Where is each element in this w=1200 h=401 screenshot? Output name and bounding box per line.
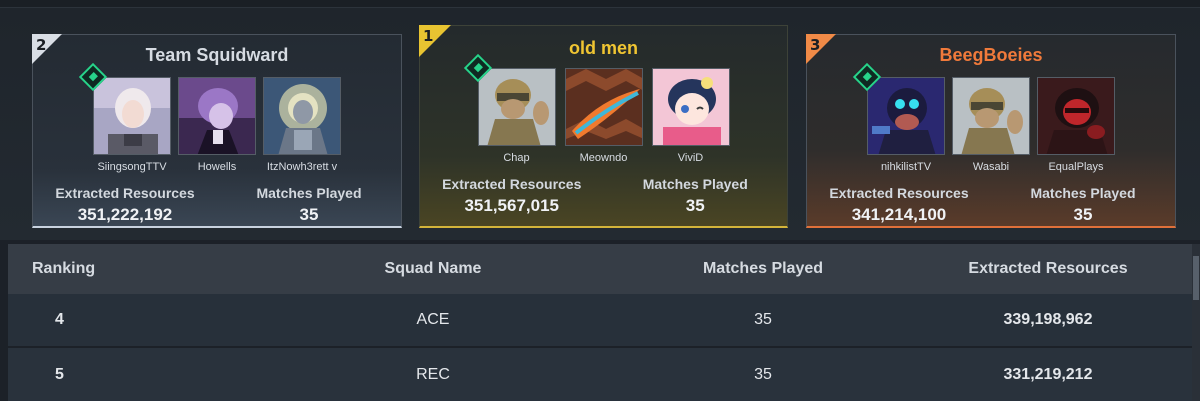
header-matches-played[interactable]: Matches Played bbox=[618, 260, 908, 278]
member[interactable]: Howells bbox=[178, 77, 256, 173]
row-rank: 4 bbox=[55, 311, 64, 328]
member[interactable]: Wasabi bbox=[952, 77, 1030, 173]
member[interactable]: Meowndo bbox=[564, 68, 643, 164]
avatar bbox=[477, 68, 556, 146]
member-name: SiingsongTTV bbox=[97, 161, 167, 173]
team-name: BeegBoeies bbox=[939, 45, 1043, 65]
matches-stat: Matches Played 35 bbox=[604, 176, 788, 216]
member[interactable]: ViviD bbox=[651, 68, 730, 164]
row-squad: REC bbox=[416, 366, 450, 383]
ranking-table: Ranking Squad Name Matches Played Extrac… bbox=[8, 244, 1192, 401]
avatar bbox=[263, 77, 341, 155]
row-rank: 5 bbox=[55, 366, 64, 383]
extracted-stat: Extracted Resources 351,222,192 bbox=[33, 185, 217, 225]
member-name: ViviD bbox=[677, 152, 704, 164]
avatar bbox=[867, 77, 945, 155]
matches-value: 35 bbox=[685, 196, 705, 215]
header-ranking[interactable]: Ranking bbox=[8, 260, 248, 278]
avatar bbox=[178, 77, 256, 155]
extracted-label: Extracted Resources bbox=[829, 185, 969, 201]
table-row[interactable]: 4 ACE 35 339,198,962 bbox=[8, 294, 1192, 348]
member-name: EqualPlays bbox=[1048, 161, 1104, 173]
row-extracted: 339,198,962 bbox=[1003, 311, 1093, 328]
member-name: ItzNowh3rett v bbox=[266, 161, 338, 173]
top-bar bbox=[0, 0, 1200, 8]
extracted-value: 351,567,015 bbox=[464, 196, 560, 215]
podium-card-rank-3[interactable]: 3 BeegBoeies nihkilistTV Wasabi EqualPla… bbox=[806, 34, 1176, 228]
member[interactable]: EqualPlays bbox=[1037, 77, 1115, 173]
member-list: SiingsongTTV Howells ItzNowh3rett v bbox=[33, 62, 401, 173]
member[interactable]: SiingsongTTV bbox=[78, 62, 171, 173]
matches-value: 35 bbox=[1073, 205, 1093, 224]
member-list: Chap Meowndo ViviD bbox=[420, 53, 787, 164]
member[interactable]: Chap bbox=[463, 53, 556, 164]
row-squad: ACE bbox=[416, 311, 450, 328]
member[interactable]: ItzNowh3rett v bbox=[263, 77, 341, 173]
avatar bbox=[651, 68, 730, 146]
table-row[interactable]: 5 REC 35 331,219,212 bbox=[8, 348, 1192, 401]
header-extracted-resources[interactable]: Extracted Resources bbox=[908, 260, 1188, 278]
matches-label: Matches Played bbox=[256, 185, 362, 201]
podium-card-rank-1[interactable]: 1 old men Chap Meowndo ViviD Extracted R… bbox=[419, 25, 788, 228]
member[interactable]: nihkilistTV bbox=[852, 62, 945, 173]
avatar bbox=[93, 77, 171, 155]
matches-label: Matches Played bbox=[1030, 185, 1136, 201]
avatar bbox=[952, 77, 1030, 155]
member-name: nihkilistTV bbox=[880, 161, 932, 173]
matches-label: Matches Played bbox=[642, 176, 748, 192]
matches-value: 35 bbox=[299, 205, 319, 224]
avatar bbox=[1037, 77, 1115, 155]
podium-section: 2 Team Squidward SiingsongTTV Howells It… bbox=[0, 8, 1200, 240]
extracted-label: Extracted Resources bbox=[55, 185, 195, 201]
team-name: Team Squidward bbox=[145, 45, 289, 65]
table-header: Ranking Squad Name Matches Played Extrac… bbox=[8, 244, 1192, 294]
row-matches: 35 bbox=[754, 311, 772, 328]
member-list: nihkilistTV Wasabi EqualPlays bbox=[807, 62, 1175, 173]
extracted-stat: Extracted Resources 351,567,015 bbox=[420, 176, 604, 216]
row-extracted: 331,219,212 bbox=[1003, 366, 1093, 383]
member-name: Chap bbox=[503, 152, 530, 164]
matches-stat: Matches Played 35 bbox=[217, 185, 401, 225]
extracted-value: 351,222,192 bbox=[77, 205, 173, 224]
scrollbar-thumb[interactable] bbox=[1193, 256, 1199, 300]
member-name: Howells bbox=[197, 161, 237, 173]
member-name: Meowndo bbox=[579, 152, 628, 164]
team-stats: Extracted Resources 351,567,015 Matches … bbox=[420, 176, 787, 216]
team-stats: Extracted Resources 341,214,100 Matches … bbox=[807, 185, 1175, 225]
extracted-label: Extracted Resources bbox=[442, 176, 582, 192]
extracted-stat: Extracted Resources 341,214,100 bbox=[807, 185, 991, 225]
podium-card-rank-2[interactable]: 2 Team Squidward SiingsongTTV Howells It… bbox=[32, 34, 402, 228]
team-stats: Extracted Resources 351,222,192 Matches … bbox=[33, 185, 401, 225]
extracted-value: 341,214,100 bbox=[851, 205, 947, 224]
avatar bbox=[564, 68, 643, 146]
member-name: Wasabi bbox=[972, 161, 1010, 173]
header-squad-name[interactable]: Squad Name bbox=[248, 260, 618, 278]
row-matches: 35 bbox=[754, 366, 772, 383]
matches-stat: Matches Played 35 bbox=[991, 185, 1175, 225]
